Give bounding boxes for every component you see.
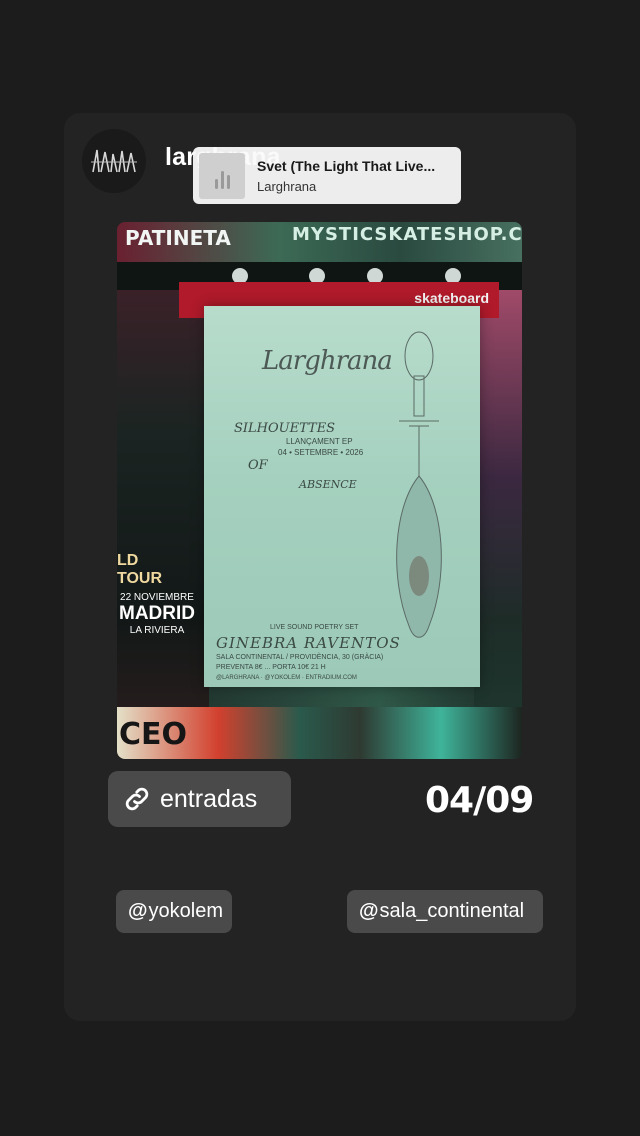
link-sticker[interactable]: entradas	[108, 771, 291, 827]
poster-line6: LIVE SOUND POETRY SET	[270, 624, 359, 631]
mention-handle: yokolem	[148, 900, 223, 922]
music-bars-icon	[199, 152, 245, 199]
music-sticker[interactable]: Svet (The Light That Live... Larghrana	[193, 147, 461, 204]
avatar[interactable]	[82, 129, 146, 193]
larghrana-logo-icon	[91, 149, 137, 173]
mention-handle: sala_continental	[379, 900, 525, 922]
poster-line9: PREVENTA 8€ ... PORTA 10€ 21 H	[216, 664, 326, 671]
music-title: Svet (The Light That Live...	[257, 157, 436, 174]
poster-line7: GINEBRA RAVENTOS	[216, 634, 401, 652]
poster-logo: Larghrana	[262, 346, 393, 376]
concert-city: MADRID	[119, 603, 195, 624]
mention-at-icon: @	[128, 900, 148, 922]
poster-line4: OF	[248, 458, 268, 473]
bottom-stickers: CEO	[117, 707, 522, 759]
mention-sticker-yokolem[interactable]: @ yokolem	[116, 890, 232, 933]
left-stickers	[117, 290, 209, 759]
poster-line2: LLANÇAMENT EP	[286, 437, 353, 446]
concert-date: 22 NOVIEMBRE	[120, 592, 194, 603]
mention-at-icon: @	[359, 900, 379, 922]
poster-line10: @LARGHRANA · @YOKOLEM · ENTRADIUM.COM	[216, 675, 357, 681]
poster-line3: 04 • SETEMBRE • 2026	[278, 448, 364, 457]
date-text: 04/09	[425, 780, 534, 821]
link-icon	[125, 787, 149, 811]
concert-sticker: 22 NOVIEMBRE MADRID LA RIVIERA	[117, 592, 197, 636]
top-sticker-strip: PATINETA MYSTICSKATESHOP.CZ	[117, 222, 522, 262]
mystic-sticker: MYSTICSKATESHOP.CZ	[292, 224, 522, 245]
poster-line8: SALA CONTINENTAL / PROVIDÈNCIA, 30 (GRÀC…	[216, 654, 384, 661]
ceo-sticker: CEO	[119, 717, 188, 752]
right-stickers	[474, 290, 522, 759]
link-label: entradas	[160, 784, 258, 813]
poster-line1: SILHOUETTES	[234, 421, 336, 436]
music-info: Svet (The Light That Live... Larghrana	[257, 158, 453, 194]
mention-sticker-sala-continental[interactable]: @ sala_continental	[347, 890, 543, 933]
music-artist: Larghrana	[257, 178, 317, 194]
story-photo: PATINETA MYSTICSKATESHOP.CZ skateboard L…	[117, 222, 522, 759]
concert-venue: LA RIVIERA	[129, 625, 185, 636]
tour-text: LD TOUR	[117, 552, 163, 587]
event-poster: Larghrana SILHOUETTES LLANÇAMENT EP 04 •…	[204, 306, 480, 687]
patineta-sticker: PATINETA	[125, 226, 231, 250]
poster-line5: ABSENCE	[299, 478, 357, 491]
candelabra-illustration	[396, 331, 442, 638]
